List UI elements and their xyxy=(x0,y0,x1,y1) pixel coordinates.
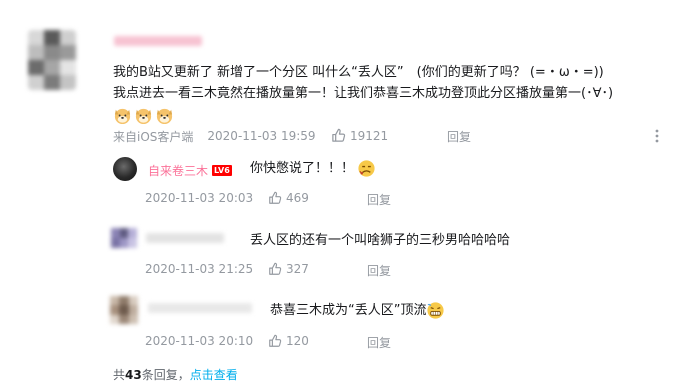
reply-username[interactable] xyxy=(146,233,224,243)
view-replies-link[interactable]: 点击查看 xyxy=(190,368,238,382)
thumbs-up-icon xyxy=(269,262,282,275)
reply-user: 自来卷三木 LV6 xyxy=(148,162,232,179)
emoji-row xyxy=(113,105,613,126)
reply-count-footer: 共43条回复，点击查看 xyxy=(113,366,238,383)
reply-avatar[interactable] xyxy=(113,157,137,181)
like-button[interactable]: 120 xyxy=(268,334,309,348)
doge-emoji-icon xyxy=(114,108,131,125)
reply-button[interactable]: 回复 xyxy=(447,128,471,145)
doge-emoji-icon xyxy=(156,108,173,125)
thumbs-up-icon xyxy=(269,191,282,204)
like-count: 19121 xyxy=(350,128,389,143)
reply-text: 恭喜三木成为“丢人区”顶流 xyxy=(270,300,447,321)
reply-text: 丢人区的还有一个叫啥狮子的三秒男哈哈哈哈 xyxy=(250,233,511,248)
client-label: 来自iOS客户端 xyxy=(113,129,194,144)
like-count: 327 xyxy=(286,262,309,276)
reply-button[interactable]: 回复 xyxy=(367,334,391,351)
thumbs-up-icon xyxy=(269,334,282,347)
reply-time: 2020-11-03 20:10 xyxy=(145,334,254,348)
like-button[interactable]: 469 xyxy=(268,191,309,205)
avatar[interactable] xyxy=(28,30,76,90)
reply-text-content: 恭喜三木成为“丢人区”顶流 xyxy=(270,303,427,318)
reply-avatar[interactable] xyxy=(110,296,138,324)
footer-suffix: 条回复， xyxy=(141,368,190,382)
comment-line-2: 我点进去一看三木竟然在播放量第一！让我们恭喜三木成功登顶此分区播放量第一(･∀･… xyxy=(113,86,614,101)
reply-avatar[interactable] xyxy=(111,228,137,248)
comment-meta-row: 来自iOS客户端 2020-11-03 19:59 xyxy=(113,128,316,144)
comment-text: 我的B站又更新了 新增了一个分区 叫什么“丢人区” (你们的更新了吗？ (=・ω… xyxy=(113,62,613,126)
thumbs-up-icon xyxy=(332,128,346,142)
speechless-emoji-icon xyxy=(358,160,375,177)
like-button[interactable]: 327 xyxy=(268,262,309,276)
reply-time: 2020-11-03 20:03 xyxy=(145,191,254,205)
more-icon[interactable] xyxy=(649,128,665,144)
doge-emoji-icon xyxy=(135,108,152,125)
reply-button[interactable]: 回复 xyxy=(367,262,391,279)
level-badge: LV6 xyxy=(212,165,232,176)
like-button[interactable]: 19121 xyxy=(331,128,388,143)
footer-prefix: 共 xyxy=(113,368,126,382)
like-count: 120 xyxy=(286,334,309,348)
reply-text-content: 你快憋说了！！！ xyxy=(250,161,355,176)
username[interactable] xyxy=(114,36,202,46)
reply-count: 43 xyxy=(125,368,142,382)
reply-time: 2020-11-03 21:25 xyxy=(145,262,254,276)
reply-text: 你快憋说了！！！ xyxy=(250,158,378,179)
comment-time: 2020-11-03 19:59 xyxy=(207,129,316,143)
reply-username[interactable]: 自来卷三木 xyxy=(148,162,208,179)
comment-line-1: 我的B站又更新了 新增了一个分区 叫什么“丢人区” (你们的更新了吗？ (=・ω… xyxy=(113,65,604,80)
grimace-emoji-icon xyxy=(427,302,445,319)
reply-button[interactable]: 回复 xyxy=(367,191,391,208)
reply-username[interactable] xyxy=(148,303,252,313)
like-count: 469 xyxy=(286,191,309,205)
